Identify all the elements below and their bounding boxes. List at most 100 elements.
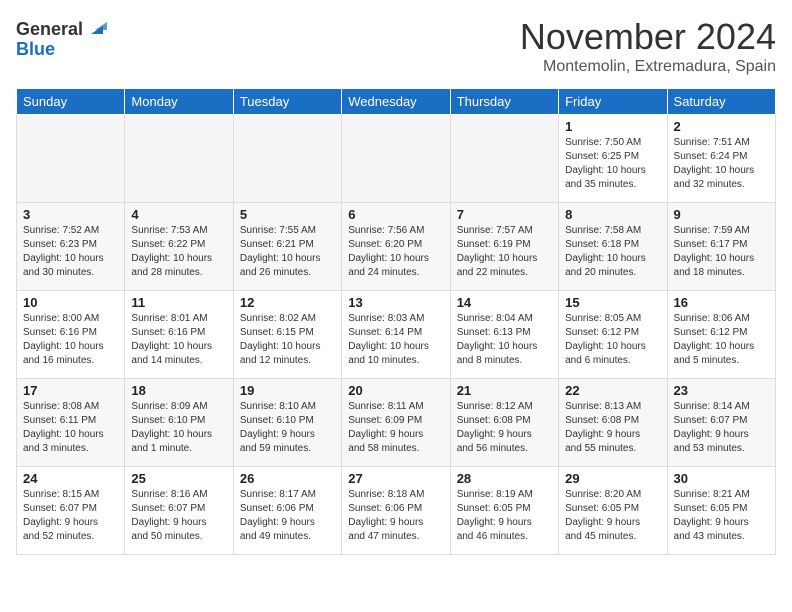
day-number: 6	[348, 207, 443, 222]
day-number: 7	[457, 207, 552, 222]
calendar-cell: 27 Sunrise: 8:18 AM Sunset: 6:06 PM Dayli…	[342, 467, 450, 555]
day-info: Sunrise: 8:16 AM Sunset: 6:07 PM Dayligh…	[131, 488, 226, 544]
day-info: Sunrise: 7:53 AM Sunset: 6:22 PM Dayligh…	[131, 224, 226, 280]
day-info: Sunrise: 8:08 AM Sunset: 6:11 PM Dayligh…	[23, 400, 118, 456]
day-info: Sunrise: 8:15 AM Sunset: 6:07 PM Dayligh…	[23, 488, 118, 544]
calendar-cell: 11 Sunrise: 8:01 AM Sunset: 6:16 PM Dayli…	[125, 291, 233, 379]
day-number: 20	[348, 383, 443, 398]
day-number: 24	[23, 471, 118, 486]
day-info: Sunrise: 8:19 AM Sunset: 6:05 PM Dayligh…	[457, 488, 552, 544]
calendar-week-row: 1Sunrise: 7:50 AM Sunset: 6:25 PM Daylig…	[17, 115, 776, 203]
calendar-cell: 28 Sunrise: 8:19 AM Sunset: 6:05 PM Dayli…	[450, 467, 558, 555]
day-info: Sunrise: 8:17 AM Sunset: 6:06 PM Dayligh…	[240, 488, 335, 544]
day-number: 26	[240, 471, 335, 486]
day-header-friday: Friday	[559, 89, 667, 115]
calendar-cell: 10 Sunrise: 8:00 AM Sunset: 6:16 PM Dayli…	[17, 291, 125, 379]
day-info: Sunrise: 8:20 AM Sunset: 6:05 PM Dayligh…	[565, 488, 660, 544]
day-number: 19	[240, 383, 335, 398]
logo-icon	[85, 16, 107, 38]
day-number: 14	[457, 295, 552, 310]
calendar-cell: 17 Sunrise: 8:08 AM Sunset: 6:11 PM Dayli…	[17, 379, 125, 467]
day-info: Sunrise: 8:14 AM Sunset: 6:07 PM Dayligh…	[674, 400, 769, 456]
calendar-table: SundayMondayTuesdayWednesdayThursdayFrid…	[16, 88, 776, 555]
day-info: Sunrise: 8:09 AM Sunset: 6:10 PM Dayligh…	[131, 400, 226, 456]
day-info: Sunrise: 7:58 AM Sunset: 6:18 PM Dayligh…	[565, 224, 660, 280]
calendar-cell	[342, 115, 450, 203]
location: Montemolin, Extremadura, Spain	[520, 58, 776, 76]
calendar-cell: 22 Sunrise: 8:13 AM Sunset: 6:08 PM Dayli…	[559, 379, 667, 467]
day-number: 17	[23, 383, 118, 398]
day-info: Sunrise: 8:01 AM Sunset: 6:16 PM Dayligh…	[131, 312, 226, 368]
day-header-wednesday: Wednesday	[342, 89, 450, 115]
day-number: 27	[348, 471, 443, 486]
day-info: Sunrise: 8:05 AM Sunset: 6:12 PM Dayligh…	[565, 312, 660, 368]
day-number: 11	[131, 295, 226, 310]
day-number: 18	[131, 383, 226, 398]
day-number: 28	[457, 471, 552, 486]
day-number: 29	[565, 471, 660, 486]
calendar-cell: 25 Sunrise: 8:16 AM Sunset: 6:07 PM Dayli…	[125, 467, 233, 555]
day-info: Sunrise: 7:50 AM Sunset: 6:25 PM Dayligh…	[565, 136, 660, 192]
calendar-cell: 13Sunrise: 8:03 AM Sunset: 6:14 PM Dayli…	[342, 291, 450, 379]
day-number: 12	[240, 295, 335, 310]
day-info: Sunrise: 8:18 AM Sunset: 6:06 PM Dayligh…	[348, 488, 443, 544]
calendar-cell	[450, 115, 558, 203]
day-info: Sunrise: 7:59 AM Sunset: 6:17 PM Dayligh…	[674, 224, 769, 280]
page-header: General Blue November 2024 Montemolin, E…	[16, 16, 776, 76]
calendar-cell: 14 Sunrise: 8:04 AM Sunset: 6:13 PM Dayli…	[450, 291, 558, 379]
day-info: Sunrise: 7:55 AM Sunset: 6:21 PM Dayligh…	[240, 224, 335, 280]
calendar-cell: 3Sunrise: 7:52 AM Sunset: 6:23 PM Daylig…	[17, 203, 125, 291]
day-info: Sunrise: 8:11 AM Sunset: 6:09 PM Dayligh…	[348, 400, 443, 456]
day-info: Sunrise: 7:56 AM Sunset: 6:20 PM Dayligh…	[348, 224, 443, 280]
calendar-cell	[17, 115, 125, 203]
calendar-cell	[125, 115, 233, 203]
calendar-cell: 21Sunrise: 8:12 AM Sunset: 6:08 PM Dayli…	[450, 379, 558, 467]
day-number: 13	[348, 295, 443, 310]
calendar-cell	[233, 115, 341, 203]
calendar-cell: 23 Sunrise: 8:14 AM Sunset: 6:07 PM Dayli…	[667, 379, 775, 467]
day-info: Sunrise: 7:52 AM Sunset: 6:23 PM Dayligh…	[23, 224, 118, 280]
day-number: 9	[674, 207, 769, 222]
day-header-thursday: Thursday	[450, 89, 558, 115]
calendar-week-row: 3Sunrise: 7:52 AM Sunset: 6:23 PM Daylig…	[17, 203, 776, 291]
logo-general-text: General	[16, 19, 83, 40]
logo: General Blue	[16, 16, 107, 60]
page-container: General Blue November 2024 Montemolin, E…	[0, 0, 792, 563]
day-info: Sunrise: 7:57 AM Sunset: 6:19 PM Dayligh…	[457, 224, 552, 280]
calendar-cell: 7 Sunrise: 7:57 AM Sunset: 6:19 PM Daylig…	[450, 203, 558, 291]
day-header-saturday: Saturday	[667, 89, 775, 115]
day-info: Sunrise: 8:02 AM Sunset: 6:15 PM Dayligh…	[240, 312, 335, 368]
calendar-header-row: SundayMondayTuesdayWednesdayThursdayFrid…	[17, 89, 776, 115]
day-info: Sunrise: 8:13 AM Sunset: 6:08 PM Dayligh…	[565, 400, 660, 456]
calendar-cell: 20 Sunrise: 8:11 AM Sunset: 6:09 PM Dayli…	[342, 379, 450, 467]
day-info: Sunrise: 8:06 AM Sunset: 6:12 PM Dayligh…	[674, 312, 769, 368]
calendar-week-row: 17 Sunrise: 8:08 AM Sunset: 6:11 PM Dayli…	[17, 379, 776, 467]
day-number: 8	[565, 207, 660, 222]
day-header-tuesday: Tuesday	[233, 89, 341, 115]
day-info: Sunrise: 8:00 AM Sunset: 6:16 PM Dayligh…	[23, 312, 118, 368]
day-number: 25	[131, 471, 226, 486]
day-info: Sunrise: 8:12 AM Sunset: 6:08 PM Dayligh…	[457, 400, 552, 456]
calendar-cell: 26 Sunrise: 8:17 AM Sunset: 6:06 PM Dayli…	[233, 467, 341, 555]
calendar-cell: 30Sunrise: 8:21 AM Sunset: 6:05 PM Dayli…	[667, 467, 775, 555]
day-number: 23	[674, 383, 769, 398]
title-block: November 2024 Montemolin, Extremadura, S…	[520, 16, 776, 76]
day-info: Sunrise: 8:04 AM Sunset: 6:13 PM Dayligh…	[457, 312, 552, 368]
day-header-sunday: Sunday	[17, 89, 125, 115]
day-number: 10	[23, 295, 118, 310]
day-number: 22	[565, 383, 660, 398]
logo-blue-text: Blue	[16, 39, 55, 60]
calendar-cell: 8 Sunrise: 7:58 AM Sunset: 6:18 PM Daylig…	[559, 203, 667, 291]
day-info: Sunrise: 7:51 AM Sunset: 6:24 PM Dayligh…	[674, 136, 769, 192]
calendar-cell: 5Sunrise: 7:55 AM Sunset: 6:21 PM Daylig…	[233, 203, 341, 291]
calendar-week-row: 10 Sunrise: 8:00 AM Sunset: 6:16 PM Dayli…	[17, 291, 776, 379]
calendar-cell: 4Sunrise: 7:53 AM Sunset: 6:22 PM Daylig…	[125, 203, 233, 291]
month-title: November 2024	[520, 16, 776, 58]
day-info: Sunrise: 8:21 AM Sunset: 6:05 PM Dayligh…	[674, 488, 769, 544]
calendar-week-row: 24 Sunrise: 8:15 AM Sunset: 6:07 PM Dayli…	[17, 467, 776, 555]
calendar-cell: 12 Sunrise: 8:02 AM Sunset: 6:15 PM Dayli…	[233, 291, 341, 379]
calendar-cell: 24 Sunrise: 8:15 AM Sunset: 6:07 PM Dayli…	[17, 467, 125, 555]
calendar-cell: 1Sunrise: 7:50 AM Sunset: 6:25 PM Daylig…	[559, 115, 667, 203]
calendar-cell: 15Sunrise: 8:05 AM Sunset: 6:12 PM Dayli…	[559, 291, 667, 379]
calendar-cell: 2Sunrise: 7:51 AM Sunset: 6:24 PM Daylig…	[667, 115, 775, 203]
